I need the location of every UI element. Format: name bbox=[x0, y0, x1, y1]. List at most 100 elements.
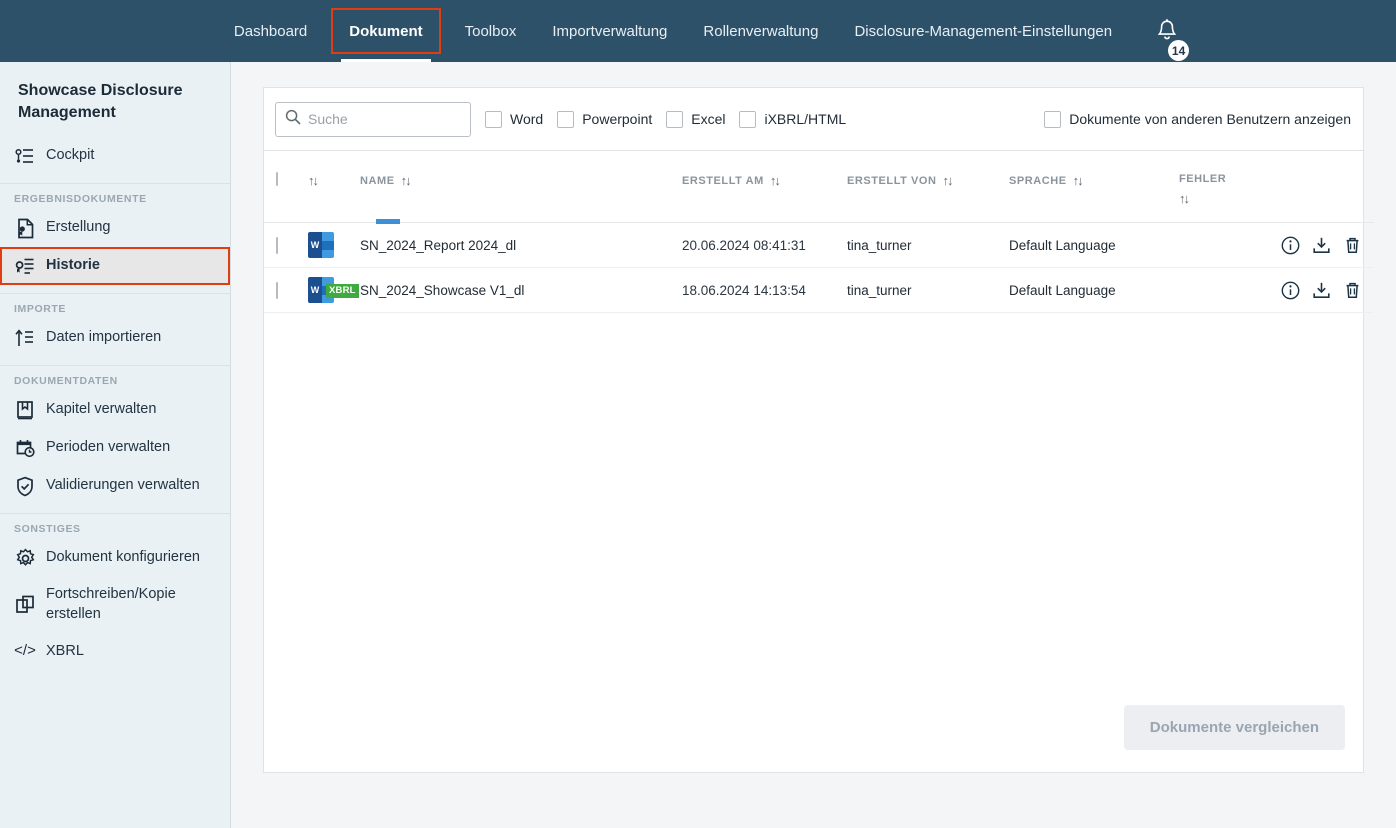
sort-icon[interactable]: ↑↓ bbox=[401, 173, 412, 188]
filter-label: Word bbox=[510, 111, 544, 127]
row-errors-cell bbox=[1179, 267, 1274, 313]
row-filetype-cell: W bbox=[308, 222, 360, 268]
documents-table: ↑↓ NAME ↑↓ ERSTELLT AM ↑↓ ERSTELLT VON ↑… bbox=[264, 151, 1374, 313]
sidebar-item-cockpit[interactable]: Cockpit bbox=[0, 137, 230, 175]
row-actions-cell bbox=[1274, 222, 1374, 268]
search-box[interactable] bbox=[275, 101, 471, 137]
nav-item-label: Toolbox bbox=[464, 22, 517, 40]
table-row[interactable]: W XBRL SN_2024_Showcase V1_dl 18.06.2024… bbox=[264, 267, 1374, 313]
column-created-by[interactable]: ERSTELLT VON ↑↓ bbox=[847, 151, 1009, 223]
sidebar-item-validierungen-verwalten[interactable]: Validierungen verwalten bbox=[0, 467, 230, 505]
app-body: Showcase Disclosure Management Cockpit E… bbox=[0, 62, 1396, 828]
checkbox-box[interactable] bbox=[1044, 110, 1062, 128]
calendar-clock-icon bbox=[14, 437, 36, 459]
column-header-label: SPRACHE bbox=[1009, 174, 1067, 187]
row-select-cell bbox=[264, 267, 308, 313]
filter-label: Excel bbox=[691, 111, 726, 127]
checkbox-box[interactable] bbox=[666, 110, 684, 128]
column-header-label: FEHLER bbox=[1179, 173, 1227, 185]
row-checkbox[interactable] bbox=[276, 281, 278, 299]
sidebar-item-label: Erstellung bbox=[46, 219, 111, 236]
nav-item-dashboard[interactable]: Dashboard bbox=[216, 0, 325, 62]
documents-panel: ↑↓ NAME ↑↓ ERSTELLT AM ↑↓ ERSTELLT VON ↑… bbox=[263, 151, 1374, 773]
row-created-by-cell: tina_turner bbox=[847, 222, 1009, 268]
nav-item-dokument[interactable]: Dokument bbox=[331, 8, 441, 62]
table-header-row: ↑↓ NAME ↑↓ ERSTELLT AM ↑↓ ERSTELLT VON ↑… bbox=[264, 151, 1374, 224]
filter-checkbox-word[interactable]: Word bbox=[485, 110, 544, 128]
nav-item-label: Dashboard bbox=[233, 22, 308, 40]
search-icon bbox=[285, 109, 301, 130]
document-history-icon bbox=[14, 255, 36, 277]
nav-item-importverwaltung[interactable]: Importverwaltung bbox=[534, 0, 685, 62]
filter-label: Dokumente von anderen Benutzern anzeigen bbox=[1069, 111, 1351, 127]
filter-checkbox-excel[interactable]: Excel bbox=[666, 110, 726, 128]
row-errors-cell bbox=[1179, 222, 1274, 268]
sort-icon[interactable]: ↑↓ bbox=[1073, 173, 1084, 188]
gear-icon bbox=[14, 547, 36, 569]
sidebar-item-label: Historie bbox=[46, 257, 100, 274]
checkbox-box[interactable] bbox=[739, 110, 757, 128]
row-actions-cell bbox=[1274, 267, 1374, 313]
sidebar: Showcase Disclosure Management Cockpit E… bbox=[0, 62, 231, 828]
column-header-label: ERSTELLT AM bbox=[682, 174, 764, 187]
notifications-button[interactable]: 14 bbox=[1154, 0, 1190, 62]
column-errors[interactable]: FEHLER ↑↓ bbox=[1179, 151, 1274, 223]
sidebar-group-label: SONSTIGES bbox=[14, 523, 81, 536]
search-input[interactable] bbox=[308, 111, 461, 127]
row-created-at-cell: 20.06.2024 08:41:31 bbox=[682, 222, 847, 268]
nav-item-disclosure-management-einstellungen[interactable]: Disclosure-Management-Einstellungen bbox=[836, 0, 1130, 62]
row-name-cell[interactable]: SN_2024_Showcase V1_dl bbox=[360, 267, 682, 313]
sidebar-item-erstellung[interactable]: Erstellung bbox=[0, 209, 230, 247]
download-icon[interactable] bbox=[1312, 236, 1331, 255]
delete-icon[interactable] bbox=[1343, 236, 1362, 255]
info-icon[interactable] bbox=[1281, 281, 1300, 300]
column-select-all bbox=[264, 151, 308, 223]
table-row[interactable]: W SN_2024_Report 2024_dl 20.06.2024 08:4… bbox=[264, 222, 1374, 268]
compare-documents-button[interactable]: Dokumente vergleichen bbox=[1123, 705, 1345, 750]
nav-item-toolbox[interactable]: Toolbox bbox=[447, 0, 535, 62]
column-created-at[interactable]: ERSTELLT AM ↑↓ bbox=[682, 151, 847, 223]
sort-icon[interactable]: ↑↓ bbox=[1179, 191, 1190, 206]
book-icon bbox=[14, 399, 36, 421]
notification-badge: 14 bbox=[1168, 40, 1190, 61]
column-language[interactable]: SPRACHE ↑↓ bbox=[1009, 151, 1179, 223]
top-navigation-bar: Dashboard Dokument Toolbox Importverwalt… bbox=[0, 0, 1396, 62]
sidebar-group-dokumentdaten: DOKUMENTDATEN Kapitel verwalten Perioden… bbox=[0, 366, 230, 515]
sidebar-item-historie[interactable]: Historie bbox=[0, 247, 230, 286]
sidebar-item-kapitel-verwalten[interactable]: Kapitel verwalten bbox=[0, 391, 230, 429]
sidebar-item-perioden-verwalten[interactable]: Perioden verwalten bbox=[0, 429, 230, 467]
nav-item-rollenverwaltung[interactable]: Rollenverwaltung bbox=[685, 0, 836, 62]
sort-icon[interactable]: ↑↓ bbox=[308, 173, 319, 188]
download-icon[interactable] bbox=[1312, 281, 1331, 300]
filter-checkbox-powerpoint[interactable]: Powerpoint bbox=[557, 110, 652, 128]
row-name-cell[interactable]: SN_2024_Report 2024_dl bbox=[360, 222, 682, 268]
column-name[interactable]: NAME ↑↓ bbox=[360, 151, 682, 223]
row-language-cell: Default Language bbox=[1009, 222, 1179, 268]
row-filetype-cell: W XBRL bbox=[308, 267, 360, 313]
sidebar-item-fortschreiben-kopie-erstellen[interactable]: Fortschreiben/Kopie erstellen bbox=[0, 577, 230, 632]
sidebar-group-sonstiges: SONSTIGES Dokument konfigurieren Fortsch… bbox=[0, 514, 230, 678]
sidebar-group-importe: IMPORTE Daten importieren bbox=[0, 294, 230, 367]
sidebar-item-daten-importieren[interactable]: Daten importieren bbox=[0, 319, 230, 357]
row-checkbox[interactable] bbox=[276, 236, 278, 254]
checkbox-box[interactable] bbox=[485, 110, 502, 128]
sidebar-item-label: Daten importieren bbox=[46, 329, 162, 346]
sidebar-item-label: Perioden verwalten bbox=[46, 439, 171, 456]
info-icon[interactable] bbox=[1281, 236, 1300, 255]
delete-icon[interactable] bbox=[1343, 281, 1362, 300]
sidebar-item-label: Cockpit bbox=[46, 147, 95, 164]
column-filetype[interactable]: ↑↓ bbox=[308, 151, 400, 224]
checkbox-box[interactable] bbox=[557, 110, 575, 128]
select-all-checkbox[interactable] bbox=[276, 172, 278, 186]
main-content: Word Powerpoint Excel iXBRL/HTML Dokumen… bbox=[231, 62, 1396, 828]
panel-footer: Dokumente vergleichen bbox=[264, 705, 1363, 772]
filter-checkbox-ixbrl-html[interactable]: iXBRL/HTML bbox=[739, 110, 846, 128]
sort-icon[interactable]: ↑↓ bbox=[770, 173, 781, 188]
filter-checkbox-show-other-users-documents[interactable]: Dokumente von anderen Benutzern anzeigen bbox=[1044, 110, 1351, 128]
sidebar-item-dokument-konfigurieren[interactable]: Dokument konfigurieren bbox=[0, 539, 230, 577]
nav-item-label: Importverwaltung bbox=[552, 22, 668, 40]
sidebar-item-xbrl[interactable]: </> XBRL bbox=[0, 632, 230, 670]
row-created-at-cell: 18.06.2024 14:13:54 bbox=[682, 267, 847, 313]
sort-icon[interactable]: ↑↓ bbox=[943, 173, 954, 188]
nav-item-label: Dokument bbox=[349, 22, 423, 40]
